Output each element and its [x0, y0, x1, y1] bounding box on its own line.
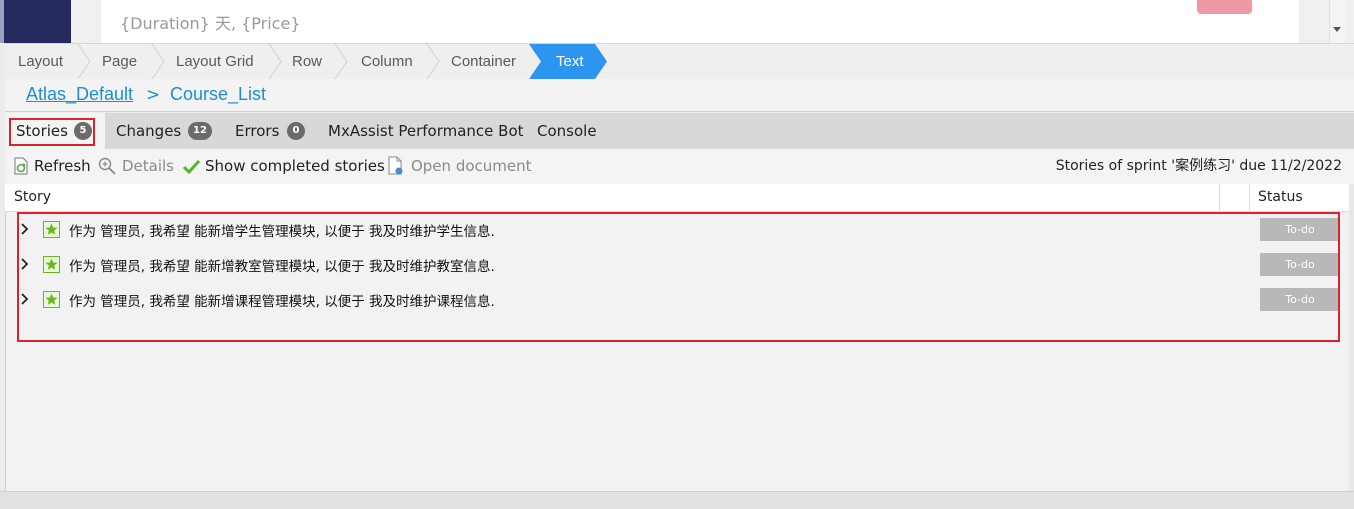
- breadcrumb-separator-icon: [268, 44, 282, 79]
- tab-errors[interactable]: Errors 0: [222, 113, 315, 149]
- checkmark-icon: [182, 159, 201, 175]
- editor-preview-strip: {Duration} 天, {Price}: [0, 0, 1354, 43]
- refresh-label: Refresh: [34, 157, 91, 175]
- tab-label: Console: [537, 122, 597, 140]
- editor-scrollbar[interactable]: [1329, 0, 1346, 43]
- breadcrumb-column[interactable]: Column: [361, 44, 413, 79]
- column-header-status[interactable]: Status: [1258, 189, 1303, 205]
- sidebar-block: [0, 0, 71, 43]
- magnifier-icon: [98, 157, 116, 175]
- breadcrumb: Layout Page Layout Grid Row Column Conta…: [5, 43, 1354, 79]
- panel-right-edge: [1349, 184, 1354, 491]
- canvas-button[interactable]: [1197, 0, 1252, 14]
- breadcrumb-layout[interactable]: Layout: [18, 44, 63, 79]
- document-icon: [388, 156, 403, 175]
- tab-changes[interactable]: Changes 12: [105, 113, 222, 149]
- column-header-story[interactable]: Story: [14, 189, 51, 205]
- page-link[interactable]: Course_List: [170, 84, 266, 105]
- breadcrumb-layout-grid[interactable]: Layout Grid: [176, 44, 254, 79]
- stories-toolbar: Refresh Details Show completed stories O…: [5, 149, 1354, 184]
- breadcrumb-active-label: Text: [556, 53, 584, 70]
- column-divider[interactable]: [1219, 184, 1220, 212]
- refresh-icon: [14, 157, 28, 175]
- breadcrumb-separator-icon: [77, 44, 91, 79]
- tab-label: Errors: [235, 122, 280, 140]
- open-document-button[interactable]: Open document: [387, 149, 537, 184]
- canvas-preview-text: {Duration} 天, {Price}: [120, 14, 301, 33]
- details-button[interactable]: Details: [98, 149, 178, 184]
- page-path: Atlas_Default > Course_List: [5, 79, 1354, 112]
- breadcrumb-row[interactable]: Row: [292, 44, 322, 79]
- breadcrumb-container[interactable]: Container: [451, 44, 516, 79]
- tab-mxassist-performance-bot[interactable]: MxAssist Performance Bot: [315, 113, 525, 149]
- refresh-button[interactable]: Refresh: [11, 149, 95, 184]
- stories-list-highlight: [17, 212, 1340, 342]
- show-completed-stories-toggle[interactable]: Show completed stories: [182, 149, 385, 184]
- tab-console[interactable]: Console: [525, 113, 605, 149]
- status-bar: [0, 491, 1354, 509]
- tab-label: Changes: [116, 122, 182, 140]
- column-divider[interactable]: [1249, 184, 1250, 212]
- breadcrumb-separator-icon: [334, 44, 348, 79]
- details-label: Details: [122, 157, 175, 175]
- tab-count-badge: 12: [188, 122, 212, 140]
- tab-label: MxAssist Performance Bot: [328, 122, 524, 140]
- breadcrumb-separator-icon: [151, 44, 165, 79]
- breadcrumb-separator-icon: [426, 44, 440, 79]
- sprint-info: Stories of sprint '案例练习' due 11/2/2022: [1055, 158, 1342, 174]
- path-separator: >: [146, 85, 161, 105]
- open-document-label: Open document: [411, 157, 532, 175]
- stories-table-header: Story Status: [5, 184, 1354, 212]
- module-link[interactable]: Atlas_Default: [26, 84, 133, 105]
- bottom-panel-tabs: Stories 5 Changes 12 Errors 0 MxAssist P…: [5, 113, 1354, 149]
- tab-count-badge: 0: [287, 122, 305, 140]
- show-completed-label: Show completed stories: [205, 157, 385, 175]
- scroll-down-arrow-icon[interactable]: [1333, 27, 1341, 32]
- breadcrumb-text-active[interactable]: Text: [529, 44, 609, 79]
- breadcrumb-page[interactable]: Page: [102, 44, 137, 79]
- stories-tab-highlight: [9, 118, 95, 146]
